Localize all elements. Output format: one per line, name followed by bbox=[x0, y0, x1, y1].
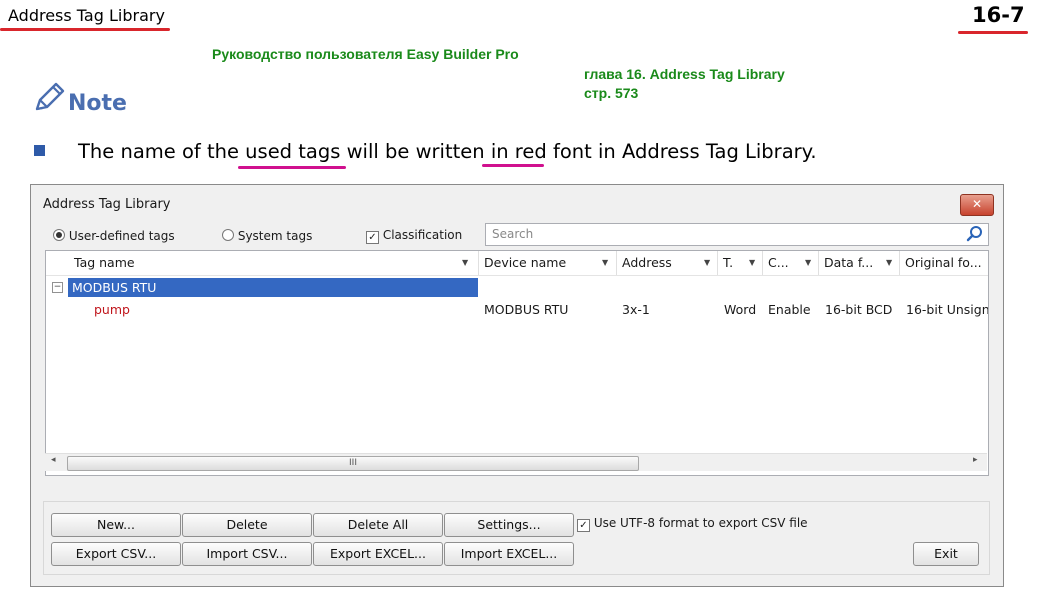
system-tags-label: System tags bbox=[237, 229, 313, 243]
underline-used-tags bbox=[238, 166, 346, 169]
column-data-format[interactable]: Data f... ▼ bbox=[818, 251, 900, 275]
note-heading: Note bbox=[32, 78, 127, 118]
column-label: Device name bbox=[484, 255, 567, 270]
scrollbar-thumb[interactable]: III bbox=[67, 456, 639, 471]
settings-button[interactable]: Settings... bbox=[444, 513, 574, 537]
column-device-name[interactable]: Device name ▼ bbox=[478, 251, 617, 275]
column-c[interactable]: C... ▼ bbox=[762, 251, 819, 275]
horizontal-scrollbar[interactable]: ◂ III ▸ bbox=[45, 453, 987, 471]
tag-name-cell: pump bbox=[94, 302, 130, 317]
classification-label: Classification bbox=[382, 228, 463, 242]
manual-title: Руководство пользователя Easy Builder Pr… bbox=[212, 46, 519, 62]
group-name: MODBUS RTU bbox=[72, 280, 157, 295]
dropdown-arrow-icon[interactable]: ▼ bbox=[462, 251, 468, 275]
checkmark-icon: ✓ bbox=[577, 519, 590, 532]
group-name-cell[interactable]: MODBUS RTU bbox=[68, 278, 478, 297]
device-name-cell: MODBUS RTU bbox=[484, 302, 569, 317]
table-row[interactable]: pump MODBUS RTU 3x-1 Word Enable 16-bit … bbox=[46, 300, 988, 320]
underline-in-red bbox=[482, 164, 544, 167]
page-ref-line: стр. 573 bbox=[584, 85, 639, 101]
header-underline-left bbox=[0, 28, 170, 31]
import-excel-button[interactable]: Import EXCEL... bbox=[444, 542, 574, 566]
dialog-title: Address Tag Library bbox=[43, 197, 171, 212]
highlight-used-tags: used tags bbox=[245, 140, 341, 163]
user-defined-tags-radio[interactable]: User-defined tags bbox=[53, 228, 175, 243]
tag-table: Tag name ▼ Device name ▼ Address ▼ T. ▼ … bbox=[45, 250, 989, 476]
column-tag-name[interactable]: Tag name ▼ bbox=[46, 251, 479, 275]
chapter-line: глава 16. Address Tag Library bbox=[584, 66, 785, 82]
checkmark-icon: ✓ bbox=[366, 231, 379, 244]
note-label: Note bbox=[68, 90, 127, 116]
import-csv-button[interactable]: Import CSV... bbox=[182, 542, 312, 566]
bullet-square bbox=[34, 145, 45, 156]
highlight-in-red: in red bbox=[490, 140, 547, 163]
column-label: Data f... bbox=[824, 255, 874, 270]
classification-checkbox[interactable]: ✓ Classification bbox=[366, 228, 463, 244]
system-tags-radio[interactable]: System tags bbox=[222, 228, 312, 243]
dropdown-arrow-icon[interactable]: ▼ bbox=[704, 251, 710, 275]
export-csv-button[interactable]: Export CSV... bbox=[51, 542, 181, 566]
dropdown-arrow-icon[interactable]: ▼ bbox=[805, 251, 811, 275]
column-type[interactable]: T. ▼ bbox=[717, 251, 763, 275]
table-header: Tag name ▼ Device name ▼ Address ▼ T. ▼ … bbox=[46, 251, 988, 276]
address-cell: 3x-1 bbox=[622, 302, 650, 317]
column-label: Original fo... bbox=[905, 255, 982, 270]
exit-button[interactable]: Exit bbox=[913, 542, 979, 566]
column-address[interactable]: Address ▼ bbox=[616, 251, 718, 275]
collapse-icon[interactable]: − bbox=[52, 282, 63, 293]
utf8-label: Use UTF-8 format to export CSV file bbox=[593, 516, 808, 530]
user-defined-tags-label: User-defined tags bbox=[68, 229, 175, 243]
column-original-format[interactable]: Original fo... bbox=[899, 251, 988, 275]
scroll-left-icon[interactable]: ◂ bbox=[51, 455, 56, 465]
address-tag-library-dialog: Address Tag Library ✕ User-defined tags … bbox=[30, 184, 1004, 587]
dropdown-arrow-icon[interactable]: ▼ bbox=[602, 251, 608, 275]
column-label: Address bbox=[622, 255, 672, 270]
search-input[interactable]: Search bbox=[485, 223, 989, 246]
c-cell: Enable bbox=[768, 302, 811, 317]
search-placeholder: Search bbox=[492, 227, 534, 241]
radio-selected-icon bbox=[53, 229, 65, 241]
note-sentence: The name of the used tags will be writte… bbox=[78, 140, 817, 163]
dropdown-arrow-icon[interactable]: ▼ bbox=[749, 251, 755, 275]
column-label: Tag name bbox=[74, 255, 135, 270]
sentence-part: The name of the bbox=[78, 140, 239, 163]
utf8-checkbox[interactable]: ✓ Use UTF-8 format to export CSV file bbox=[577, 516, 808, 532]
export-excel-button[interactable]: Export EXCEL... bbox=[313, 542, 443, 566]
pencil-icon bbox=[35, 82, 65, 111]
radio-unselected-icon bbox=[222, 229, 234, 241]
group-row[interactable]: − MODBUS RTU bbox=[46, 278, 988, 298]
close-button[interactable]: ✕ bbox=[960, 194, 994, 216]
page-number: 16-7 bbox=[972, 3, 1025, 27]
data-format-cell: 16-bit BCD bbox=[825, 302, 893, 317]
original-format-cell: 16-bit Unsign bbox=[906, 302, 989, 317]
sentence-part: will be written bbox=[346, 140, 485, 163]
delete-all-button[interactable]: Delete All bbox=[313, 513, 443, 537]
header-underline-right bbox=[958, 31, 1028, 34]
page-header-title: Address Tag Library bbox=[8, 6, 165, 25]
column-label: C... bbox=[768, 255, 789, 270]
search-icon[interactable] bbox=[966, 225, 984, 243]
dropdown-arrow-icon[interactable]: ▼ bbox=[886, 251, 892, 275]
new-button[interactable]: New... bbox=[51, 513, 181, 537]
delete-button[interactable]: Delete bbox=[182, 513, 312, 537]
column-label: T. bbox=[723, 255, 734, 270]
sentence-part: font in Address Tag Library. bbox=[552, 140, 817, 163]
chapter-info: глава 16. Address Tag Library стр. 573 bbox=[584, 65, 785, 103]
scroll-right-icon[interactable]: ▸ bbox=[973, 455, 978, 465]
type-cell: Word bbox=[724, 302, 757, 317]
